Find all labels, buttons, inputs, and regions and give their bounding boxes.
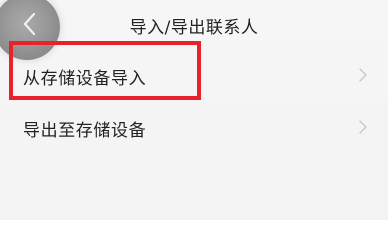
chevron-right-icon xyxy=(358,119,368,135)
list-item-import-from-storage[interactable]: 从存储设备导入 xyxy=(0,50,388,100)
list-item-label: 导出至存储设备 xyxy=(23,121,147,141)
chevron-right-icon xyxy=(358,67,368,83)
header-bar: 导入/导出联系人 xyxy=(0,0,388,60)
list-item-export-to-storage[interactable]: 导出至存储设备 xyxy=(0,102,388,152)
page-title: 导入/导出联系人 xyxy=(129,18,259,38)
contacts-import-export-screen: 导入/导出联系人 从存储设备导入 导出至存储设备 xyxy=(0,0,388,220)
list-item-label: 从存储设备导入 xyxy=(23,69,147,89)
